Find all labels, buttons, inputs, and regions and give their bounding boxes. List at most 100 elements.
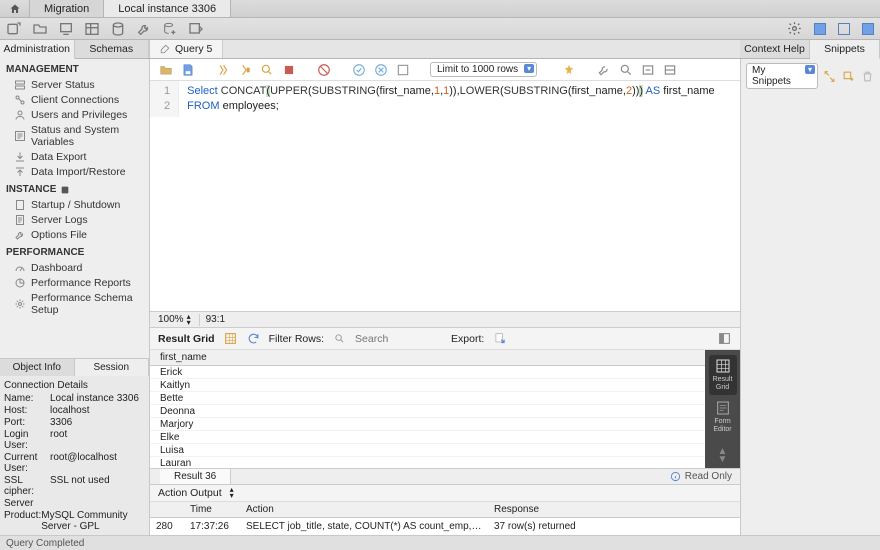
result-row[interactable]: Kaitlyn: [150, 379, 705, 392]
result-row[interactable]: Deonna: [150, 405, 705, 418]
search-icon: [332, 331, 347, 346]
variables-icon: [14, 130, 26, 142]
action-output-stepper-icon[interactable]: ▴▾: [230, 487, 234, 499]
right-tab-context-help[interactable]: Context Help: [740, 40, 810, 58]
cursor-position: 93:1: [206, 314, 225, 325]
result-row[interactable]: Luisa: [150, 444, 705, 457]
commit-icon[interactable]: [351, 62, 366, 77]
snippet-replace-icon[interactable]: [822, 69, 837, 84]
footer-status: Query Completed: [0, 535, 880, 550]
db-icon[interactable]: [110, 21, 126, 37]
sidebar-item-status-vars[interactable]: Status and System Variables: [0, 122, 149, 149]
plus-db-icon[interactable]: [162, 21, 178, 37]
cancel-icon[interactable]: [316, 62, 331, 77]
left-tab-administration[interactable]: Administration: [0, 40, 75, 59]
sidebar-item-options-file[interactable]: Options File: [0, 227, 149, 242]
sidebar-item-server-logs[interactable]: Server Logs: [0, 212, 149, 227]
action-output-row[interactable]: 280 17:37:26 SELECT job_title, state, CO…: [150, 518, 740, 535]
search-icon[interactable]: [618, 62, 633, 77]
tab-migration[interactable]: Migration: [30, 0, 104, 17]
execute-current-icon[interactable]: [237, 62, 252, 77]
reports-icon: [14, 277, 26, 289]
invisible-chars-icon[interactable]: [640, 62, 655, 77]
sidebar-item-dashboard[interactable]: Dashboard: [0, 260, 149, 275]
result-toolbar: Result Grid Filter Rows: Export:: [150, 328, 740, 350]
conn-row: SSL cipher:SSL not used: [4, 474, 145, 497]
result-row[interactable]: Marjory: [150, 418, 705, 431]
result-tab[interactable]: Result 36: [160, 469, 231, 484]
wrap-icon[interactable]: [662, 62, 677, 77]
beautify-icon[interactable]: [561, 62, 576, 77]
execute-icon[interactable]: [215, 62, 230, 77]
connections-icon: [14, 94, 26, 106]
sidebar-item-perf-reports[interactable]: Performance Reports: [0, 275, 149, 290]
sidebar-item-data-import[interactable]: Data Import/Restore: [0, 164, 149, 179]
stop-icon[interactable]: [281, 62, 296, 77]
refresh-icon[interactable]: [246, 331, 261, 346]
users-icon: [14, 109, 26, 121]
sidebar-item-perf-schema[interactable]: Performance Schema Setup: [0, 290, 149, 317]
tab-local-instance[interactable]: Local instance 3306: [104, 0, 231, 17]
scroll-chevrons[interactable]: ▲▼: [718, 448, 728, 464]
result-side-panel: Result Grid Form Editor ▲▼: [705, 350, 740, 468]
sql-tool-icon[interactable]: [188, 21, 204, 37]
column-header-first-name[interactable]: first_name: [150, 350, 705, 366]
bottom-tab-object-info[interactable]: Object Info: [0, 359, 75, 376]
sidebar-item-server-status[interactable]: Server Status: [0, 77, 149, 92]
rollback-icon[interactable]: [373, 62, 388, 77]
result-grid-button[interactable]: Result Grid: [709, 355, 737, 395]
performance-header: PERFORMANCE: [0, 242, 149, 260]
panel-toggle-right[interactable]: [862, 23, 874, 35]
table-icon[interactable]: [84, 21, 100, 37]
ao-col-time[interactable]: Time: [184, 502, 240, 517]
limit-rows-select[interactable]: Limit to 1000 rows: [430, 62, 537, 77]
new-sql-tab-icon[interactable]: [6, 21, 22, 37]
panel-toggle-left[interactable]: [814, 23, 826, 35]
sidebar-item-client-connections[interactable]: Client Connections: [0, 92, 149, 107]
find-icon[interactable]: [596, 62, 611, 77]
grid-view-icon[interactable]: [223, 331, 238, 346]
save-icon[interactable]: [180, 62, 195, 77]
explain-icon[interactable]: [259, 62, 274, 77]
ao-col-action[interactable]: Action: [240, 502, 488, 517]
snippet-delete-icon[interactable]: [860, 69, 875, 84]
open-sql-icon[interactable]: [32, 21, 48, 37]
left-tab-schemas[interactable]: Schemas: [75, 40, 150, 58]
sidebar-item-data-export[interactable]: Data Export: [0, 149, 149, 164]
query-tab[interactable]: Query 5: [150, 40, 223, 58]
snippet-add-icon[interactable]: [841, 69, 856, 84]
zoom-stepper-icon[interactable]: ▴▾: [187, 314, 191, 326]
sidebar-item-startup-shutdown[interactable]: Startup / Shutdown: [0, 197, 149, 212]
result-row[interactable]: Elke: [150, 431, 705, 444]
filter-rows-input[interactable]: [355, 333, 415, 345]
editor-code[interactable]: Select CONCAT(UPPER(SUBSTRING(first_name…: [179, 81, 723, 117]
ao-col-response[interactable]: Response: [488, 502, 740, 517]
result-row[interactable]: Lauran: [150, 457, 705, 468]
info-icon: [670, 471, 681, 482]
conn-row: Name:Local instance 3306: [4, 392, 145, 404]
export-icon: [14, 151, 26, 163]
right-tab-snippets[interactable]: Snippets: [810, 40, 880, 59]
autocommit-icon[interactable]: [395, 62, 410, 77]
panel-toggle-icon[interactable]: [717, 331, 732, 346]
result-grid[interactable]: first_name ErickKaitlynBetteDeonnaMarjor…: [150, 350, 705, 468]
filter-rows-label: Filter Rows:: [269, 333, 324, 345]
sidebar-item-users-privileges[interactable]: Users and Privileges: [0, 107, 149, 122]
tool-icon[interactable]: [136, 21, 152, 37]
open-file-icon[interactable]: [158, 62, 173, 77]
form-editor-button[interactable]: Form Editor: [709, 397, 737, 437]
panel-toggle-middle[interactable]: [838, 23, 850, 35]
action-output-grid[interactable]: Time Action Response 280 17:37:26 SELECT…: [150, 502, 740, 535]
snippets-select[interactable]: My Snippets: [746, 63, 818, 89]
result-row[interactable]: Erick: [150, 366, 705, 379]
export-file-icon[interactable]: [492, 331, 507, 346]
home-tab[interactable]: [0, 0, 30, 17]
editor-empty-area[interactable]: [150, 117, 740, 311]
settings-gear-icon[interactable]: [786, 21, 802, 37]
home-icon: [9, 3, 21, 15]
bottom-tab-session[interactable]: Session: [75, 359, 150, 376]
gauge-icon: [14, 262, 26, 274]
sql-editor[interactable]: 12 Select CONCAT(UPPER(SUBSTRING(first_n…: [150, 81, 740, 117]
result-row[interactable]: Bette: [150, 392, 705, 405]
inspector-icon[interactable]: [58, 21, 74, 37]
